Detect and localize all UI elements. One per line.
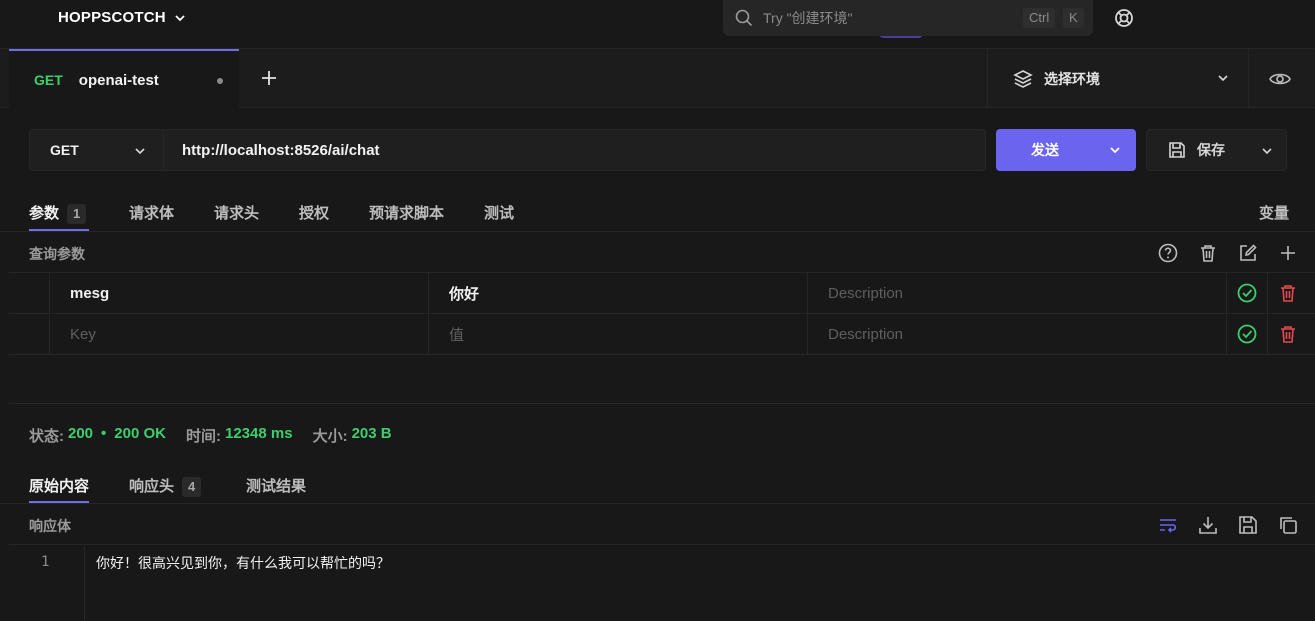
environment-selector[interactable]: 选择环境 (987, 49, 1249, 109)
active-tab-underline (29, 229, 89, 231)
tab-params[interactable]: 参数 1 (29, 202, 87, 224)
edit-icon[interactable] (1237, 242, 1259, 264)
check-circle-icon[interactable] (1236, 323, 1258, 345)
param-value-input[interactable]: 值 (428, 314, 808, 354)
line-number-gutter: 1 (9, 546, 85, 621)
time-value: 12348 ms (225, 425, 293, 442)
param-value-text: 你好 (449, 285, 480, 303)
key-placeholder: Key (70, 325, 96, 343)
description-placeholder: Description (828, 284, 904, 302)
section-divider (9, 403, 1315, 404)
request-tabs: 参数 1 请求体 请求头 授权 预请求脚本 测试 变量 (0, 190, 1315, 232)
tab-response-headers[interactable]: 响应头 4 (129, 475, 202, 497)
params-count-badge: 1 (67, 204, 87, 224)
search-icon (735, 9, 753, 27)
status-separator: • (101, 425, 107, 442)
search-placeholder: Try "创建环境" (763, 10, 853, 26)
chevron-down-icon[interactable] (1108, 143, 1122, 157)
save-label: 保存 (1197, 142, 1225, 158)
line-number: 1 (41, 554, 50, 570)
param-key-input[interactable]: Key (49, 314, 429, 354)
send-label: 发送 (1031, 142, 1059, 158)
tab-method: GET (34, 72, 63, 88)
layers-icon (1013, 70, 1033, 88)
shortcut-ctrl: Ctrl (1023, 8, 1056, 28)
delete-icon[interactable] (1277, 282, 1299, 304)
param-value[interactable]: 你好 (428, 273, 808, 313)
chevron-down-icon[interactable] (1260, 144, 1274, 158)
description-placeholder: Description (828, 325, 904, 343)
size-value: 203 B (351, 425, 392, 442)
add-icon[interactable] (1277, 242, 1299, 264)
save-icon (1169, 142, 1185, 158)
request-tab[interactable]: GET openai-test (9, 49, 239, 109)
trash-icon[interactable] (1197, 242, 1219, 264)
status-text: 200 OK (114, 425, 166, 442)
response-body-text: 你好！很高兴见到你，有什么我可以帮忙的吗？ (96, 556, 390, 572)
response-body-header: 响应体 (9, 505, 1315, 545)
headers-count-badge: 4 (182, 477, 202, 497)
param-description-input[interactable]: Description (807, 314, 1227, 354)
top-bar: HOPPSCOTCH Try "创建环境" Ctrl K (0, 0, 1315, 48)
tab-tests[interactable]: 测试 (484, 202, 514, 223)
tab-params-label: 参数 (29, 205, 60, 222)
status-label: 状态: (29, 428, 64, 445)
response-tabs: 原始内容 响应头 4 测试结果 (0, 464, 1315, 504)
query-params-header: 查询参数 (9, 233, 1315, 273)
status-code: 200 (68, 425, 94, 442)
url-bar: GET http://localhost:8526/ai/chat (29, 129, 986, 171)
check-circle-icon[interactable] (1236, 282, 1258, 304)
eye-icon[interactable] (1268, 67, 1292, 91)
tab-pre-request-script[interactable]: 预请求脚本 (369, 202, 444, 223)
left-rail (0, 48, 9, 621)
time-label: 时间: (186, 428, 221, 445)
variables-tab[interactable]: 变量 (1259, 202, 1289, 223)
copy-icon[interactable] (1277, 514, 1299, 536)
tab-name: openai-test (78, 71, 159, 89)
add-tab-icon[interactable] (258, 67, 280, 89)
query-params-label: 查询参数 (29, 246, 85, 262)
support-icon[interactable] (1113, 7, 1135, 29)
chevron-down-icon (175, 14, 185, 21)
tab-body[interactable]: 请求体 (129, 202, 174, 223)
value-placeholder: 值 (449, 326, 465, 344)
response-body-editor[interactable]: 1 你好！很高兴见到你，有什么我可以帮忙的吗？ (9, 546, 1315, 621)
param-row: mesg 你好 Description (9, 273, 1315, 314)
response-status-line: 状态: 200 • 200 OK 时间: 12348 ms 大小: 203 B (29, 425, 392, 446)
wrap-lines-icon[interactable] (1157, 514, 1179, 536)
delete-icon[interactable] (1277, 323, 1299, 345)
tab-auth[interactable]: 授权 (299, 202, 329, 223)
chevron-down-icon (135, 148, 145, 155)
param-key[interactable]: mesg (49, 273, 429, 313)
method-select[interactable]: GET (30, 130, 164, 170)
tab-response-headers-label: 响应头 (129, 478, 175, 495)
download-icon[interactable] (1197, 514, 1219, 536)
save-button[interactable]: 保存 (1146, 129, 1287, 171)
save-icon[interactable] (1237, 514, 1259, 536)
param-key-text: mesg (70, 284, 110, 302)
url-input[interactable]: http://localhost:8526/ai/chat (182, 142, 380, 159)
method-value: GET (50, 142, 79, 158)
unsaved-dot (217, 78, 223, 84)
search-bar[interactable]: Try "创建环境" Ctrl K (723, 0, 1093, 36)
param-description[interactable]: Description (807, 273, 1227, 313)
response-body-label: 响应体 (29, 518, 71, 534)
tab-test-results[interactable]: 测试结果 (246, 475, 306, 496)
chevron-down-icon (1218, 75, 1228, 82)
help-icon[interactable] (1157, 242, 1179, 264)
send-button[interactable]: 发送 (996, 129, 1136, 171)
request-tab-strip: GET openai-test 选择环境 (0, 48, 1315, 109)
active-tab-underline (29, 501, 89, 503)
brand-name: HOPPSCOTCH (58, 9, 166, 26)
shortcut-k: K (1063, 8, 1084, 28)
size-label: 大小: (312, 428, 348, 445)
param-row-empty: Key 值 Description (9, 314, 1315, 355)
workspace-switcher[interactable]: HOPPSCOTCH (58, 9, 186, 26)
tab-headers[interactable]: 请求头 (214, 202, 259, 223)
tab-raw-content[interactable]: 原始内容 (29, 475, 89, 496)
environment-label: 选择环境 (1044, 71, 1100, 87)
